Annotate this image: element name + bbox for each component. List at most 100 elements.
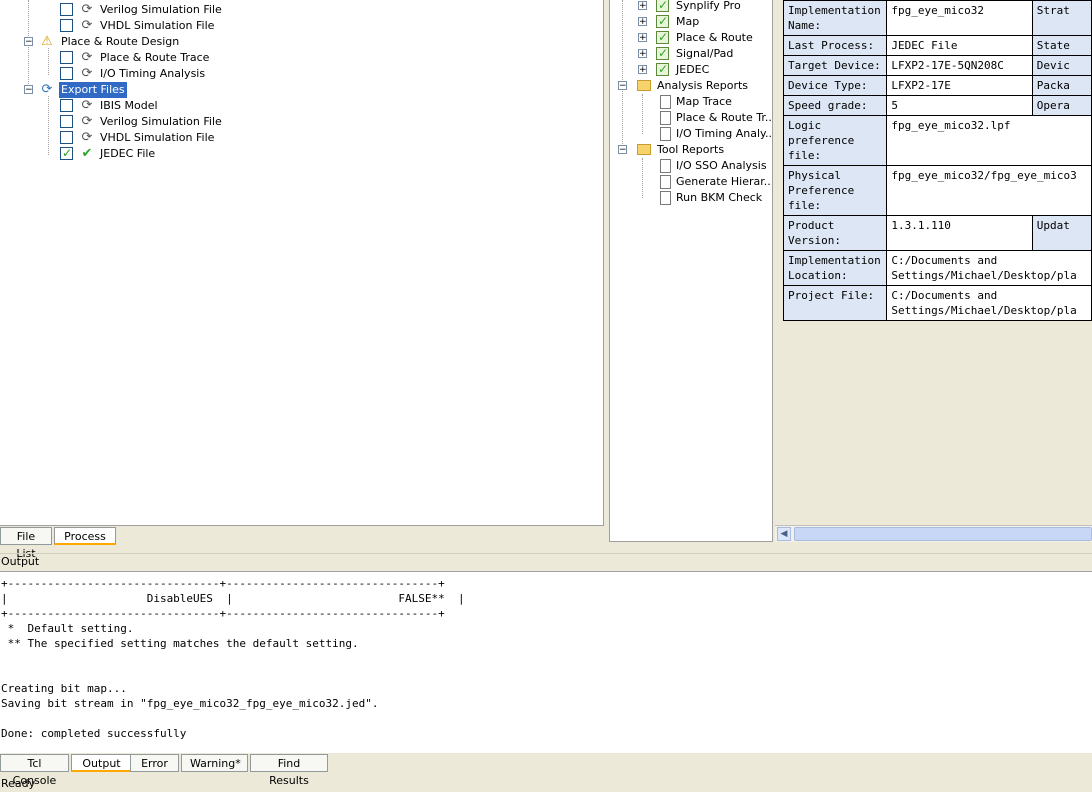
table-row: Product Version: 1.3.1.110 Updat <box>782 215 1092 251</box>
status-bar: Ready <box>1 777 36 790</box>
summary-value: fpg_eye_mico32.lpf <box>886 115 1092 166</box>
refresh-icon: ⟳ <box>81 130 93 145</box>
tab-error[interactable]: Error <box>130 754 179 772</box>
summary-key: Opera <box>1031 95 1092 116</box>
table-row: Speed grade: 5 Opera <box>782 95 1092 116</box>
summary-key: Last Process: <box>782 35 888 56</box>
tree-item-label: VHDL Simulation File <box>100 19 215 32</box>
process-checkbox[interactable] <box>60 51 73 64</box>
report-item-jedec[interactable]: + JEDEC <box>610 61 770 78</box>
summary-value-line: C:/Documents and <box>891 254 998 267</box>
summary-value-line: C:/Documents and <box>891 289 998 302</box>
table-row: Implementation Location: C:/Documents an… <box>782 250 1092 286</box>
summary-value: 5 <box>886 95 1033 116</box>
expand-icon[interactable]: + <box>638 49 647 59</box>
check-icon <box>656 29 669 45</box>
expand-icon[interactable]: + <box>638 17 647 27</box>
process-checkbox[interactable] <box>60 131 73 144</box>
tree-item-ibis-model[interactable]: ⟳ IBIS Model <box>0 98 600 114</box>
table-row: Last Process: JEDEC File State <box>782 35 1092 56</box>
output-text: +--------------------------------+------… <box>1 577 465 740</box>
tab-output[interactable]: Output <box>71 754 132 772</box>
report-item-io-timing[interactable]: I/O Timing Analy... <box>610 126 772 142</box>
scrollbar-thumb[interactable] <box>794 527 1092 541</box>
expand-icon[interactable]: + <box>638 65 647 75</box>
refresh-icon: ⟳ <box>81 98 93 113</box>
process-tree-pane: ⟳ Verilog Simulation File ⟳ VHDL Simulat… <box>0 0 604 526</box>
check-icon <box>656 0 669 13</box>
document-icon <box>660 159 671 173</box>
summary-value-line: Settings/Michael/Desktop/pla <box>891 269 1077 282</box>
output-console[interactable]: +--------------------------------+------… <box>0 571 1092 753</box>
report-item-label: Map <box>676 15 700 28</box>
process-checkbox[interactable] <box>60 67 73 80</box>
tab-find-results[interactable]: Find Results <box>250 754 328 787</box>
tree-item-export-files[interactable]: − ⟳ Export Files <box>0 82 600 98</box>
warning-icon: ⚠ <box>41 34 53 49</box>
report-item-label: Tool Reports <box>657 143 725 156</box>
tab-process[interactable]: Process <box>54 527 116 545</box>
report-item-place-route[interactable]: + Place & Route <box>610 29 770 46</box>
refresh-icon: ⟳ <box>81 2 93 17</box>
tree-item-io-timing[interactable]: ⟳ I/O Timing Analysis <box>0 66 600 82</box>
horizontal-scrollbar[interactable]: ◀ <box>775 525 1092 542</box>
tree-item-label: IBIS Model <box>100 99 158 112</box>
expand-icon[interactable]: + <box>638 33 647 43</box>
report-folder-tool[interactable]: − Tool Reports <box>610 142 770 158</box>
tree-item-par-trace[interactable]: ⟳ Place & Route Trace <box>0 50 600 66</box>
report-item-bkm-check[interactable]: Run BKM Check <box>610 190 770 206</box>
report-item-label: JEDEC <box>676 63 710 76</box>
report-item-map-trace[interactable]: Map Trace <box>610 94 770 110</box>
folder-icon <box>637 144 651 155</box>
document-icon <box>660 127 671 141</box>
document-icon <box>660 191 671 205</box>
summary-key: Logic preference file: <box>782 115 888 166</box>
tree-item-vhdl-sim[interactable]: ⟳ VHDL Simulation File <box>0 18 600 34</box>
table-row: Project File: C:/Documents and Settings/… <box>782 285 1092 321</box>
summary-key: Project File: <box>782 285 888 321</box>
process-checkbox[interactable] <box>60 19 73 32</box>
check-icon <box>656 45 669 61</box>
process-checkbox[interactable] <box>60 3 73 16</box>
summary-key: Devic <box>1031 55 1092 76</box>
tree-item-label: VHDL Simulation File <box>100 131 215 144</box>
table-row: Device Type: LFXP2-17E Packa <box>782 75 1092 96</box>
tree-item-place-route-design[interactable]: − ⚠ Place & Route Design <box>0 34 600 50</box>
collapse-icon[interactable]: − <box>24 37 33 47</box>
report-item-label: Place & Route Tr... <box>676 111 773 124</box>
report-item-io-sso[interactable]: I/O SSO Analysis <box>610 158 770 174</box>
document-icon <box>660 175 671 189</box>
tab-tcl-console[interactable]: Tcl Console <box>0 754 69 787</box>
tree-item-verilog-sim[interactable]: ⟳ Verilog Simulation File <box>0 2 600 18</box>
summary-value: fpg_eye_mico32 <box>886 0 1033 36</box>
collapse-icon[interactable]: − <box>618 81 627 91</box>
summary-value: fpg_eye_mico32/fpg_eye_mico3 <box>886 165 1092 216</box>
report-item-par-trace[interactable]: Place & Route Tr... <box>610 110 773 126</box>
collapse-icon[interactable]: − <box>618 145 627 155</box>
report-folder-analysis[interactable]: − Analysis Reports <box>610 78 770 94</box>
output-panel-title: Output <box>0 553 1092 570</box>
summary-key: Device Type: <box>782 75 888 96</box>
collapse-icon[interactable]: − <box>24 85 33 95</box>
tab-file-list[interactable]: File List <box>0 527 52 560</box>
process-checkbox[interactable] <box>60 115 73 128</box>
report-item-signal-pad[interactable]: + Signal/Pad <box>610 45 770 62</box>
report-item-map[interactable]: + Map <box>610 13 770 30</box>
report-item-label: Analysis Reports <box>657 79 749 92</box>
report-item-label: Run BKM Check <box>676 191 763 204</box>
report-item-label: Map Trace <box>676 95 732 108</box>
summary-value: 1.3.1.110 <box>886 215 1033 251</box>
tree-item-jedec-file[interactable]: ✔ JEDEC File <box>0 145 600 162</box>
tab-warning[interactable]: Warning* <box>181 754 248 772</box>
process-checkbox[interactable] <box>60 99 73 112</box>
process-checkbox[interactable] <box>60 145 73 161</box>
report-item-generate-hier[interactable]: Generate Hierar... <box>610 174 772 190</box>
report-item-label: Place & Route <box>676 31 753 44</box>
scroll-left-icon[interactable]: ◀ <box>777 527 791 541</box>
summary-key: State <box>1031 35 1092 56</box>
tree-item-verilog-sim-export[interactable]: ⟳ Verilog Simulation File <box>0 114 600 130</box>
expand-icon[interactable]: + <box>638 1 647 11</box>
report-item-synplify[interactable]: + Synplify Pro <box>610 0 770 14</box>
summary-key: Implementation Location: <box>782 250 888 286</box>
tree-item-vhdl-sim-export[interactable]: ⟳ VHDL Simulation File <box>0 130 600 146</box>
